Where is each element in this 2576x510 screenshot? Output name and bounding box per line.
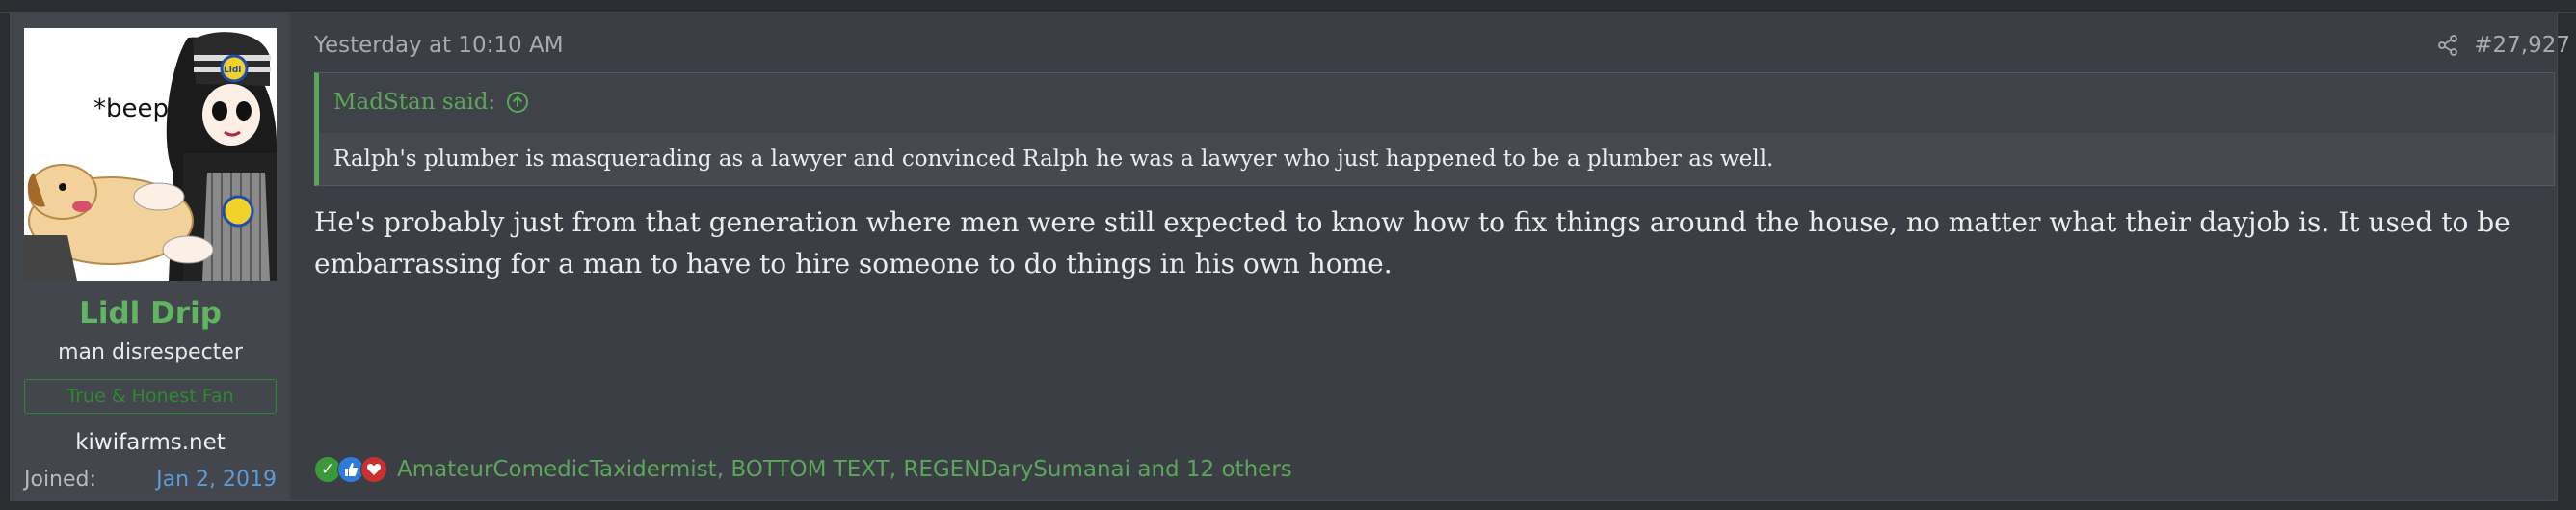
- joined-label: Joined:: [24, 468, 96, 492]
- post-message: He's probably just from that generation …: [314, 206, 2510, 280]
- quote-block: MadStan said: Ralph's plumber is masquer…: [314, 72, 2555, 186]
- quote-author[interactable]: MadStan said:: [333, 90, 495, 115]
- user-banner: True & Honest Fan: [24, 379, 277, 414]
- reaction-icons: ✓: [314, 456, 387, 483]
- reactors-list[interactable]: AmateurComedicTaxidermist, BOTTOM TEXT, …: [397, 454, 1292, 485]
- post-main: Yesterday at 10:10 AM #27,927 MadStan sa…: [290, 13, 2570, 500]
- user-site: kiwifarms.net: [75, 430, 226, 455]
- share-icon[interactable]: [2435, 30, 2460, 61]
- user-title: man disrespecter: [58, 340, 243, 364]
- user-column: *beep* Lidl Lidl Drip man disrespecter T…: [11, 13, 290, 500]
- post-number[interactable]: #27,927: [2474, 30, 2570, 61]
- avatar-image: *beep* Lidl: [24, 28, 277, 281]
- quote-text: Ralph's plumber is masquerading as a law…: [319, 133, 2554, 185]
- jump-to-quote-icon[interactable]: [505, 90, 530, 115]
- quote-header: MadStan said:: [319, 73, 2554, 131]
- avatar-logo-text: Lidl: [224, 66, 241, 75]
- post-actions: #27,927: [2435, 30, 2570, 61]
- username[interactable]: Lidl Drip: [11, 294, 290, 333]
- post-date[interactable]: Yesterday at 10:10 AM: [314, 30, 564, 61]
- reactions-bar[interactable]: ✓ AmateurComedicTaxidermist, BOTTOM TEXT…: [314, 452, 1292, 487]
- heart-reaction-icon: [360, 456, 387, 483]
- joined-date[interactable]: Jan 2, 2019: [156, 466, 277, 495]
- post: *beep* Lidl Lidl Drip man disrespecter T…: [10, 12, 2570, 501]
- avatar[interactable]: *beep* Lidl: [24, 28, 277, 281]
